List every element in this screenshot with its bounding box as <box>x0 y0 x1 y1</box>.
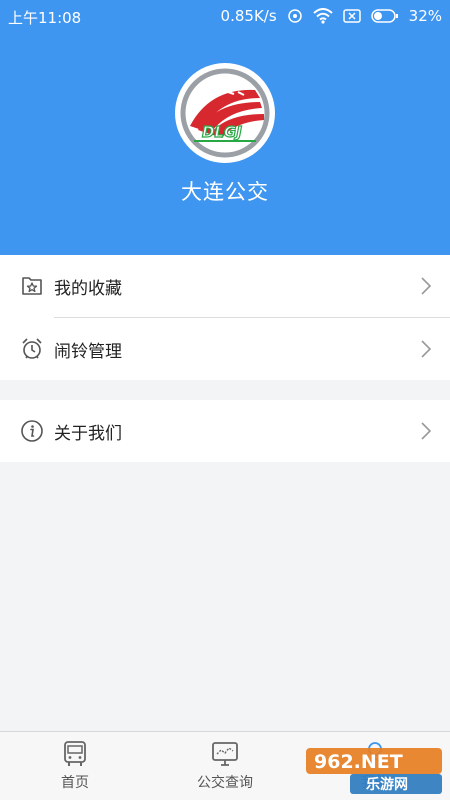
net-speed: 0.85K/s <box>220 7 277 25</box>
menu-group-primary: 我的收藏 闹铃管理 <box>0 255 450 380</box>
profile-header: 上午11:08 0.85K/s 32% DLGJ 大连公交 <box>0 0 450 255</box>
menu-item-about[interactable]: 关于我们 <box>0 400 450 462</box>
app-title: 大连公交 <box>181 180 269 204</box>
wifi-icon <box>312 8 333 24</box>
status-indicators: 0.85K/s 32% <box>221 7 442 25</box>
tab-bus-search[interactable]: 公交查询 <box>150 732 300 800</box>
battery-percent: 32% <box>408 7 442 25</box>
tab-home[interactable]: 首页 <box>0 732 150 800</box>
menu-item-favorites[interactable]: 我的收藏 <box>0 255 450 317</box>
chevron-right-icon <box>421 422 432 440</box>
tab-label-home: 首页 <box>61 775 89 791</box>
info-icon <box>20 419 44 443</box>
menu-group-secondary: 关于我们 <box>0 400 450 462</box>
battery-icon <box>370 9 399 23</box>
bus-icon <box>62 740 88 772</box>
status-time: 上午11:08 <box>8 9 82 27</box>
tab-label-bus-search: 公交查询 <box>197 775 253 791</box>
status-bar: 上午11:08 0.85K/s 32% <box>0 0 450 32</box>
chevron-right-icon <box>421 277 432 295</box>
monitor-icon <box>211 740 239 772</box>
watermark-top-text: 962.NET <box>314 751 403 773</box>
menu-label-alarms: 闹铃管理 <box>54 341 122 362</box>
chevron-right-icon <box>421 340 432 358</box>
sim-blocked-icon <box>342 8 361 24</box>
hotspot-icon <box>287 8 303 24</box>
folder-star-icon <box>20 274 44 298</box>
alarm-clock-icon <box>20 337 44 361</box>
site-watermark: 962.NET 乐游网 <box>304 744 444 796</box>
logo-lettering: DLGJ <box>202 123 242 141</box>
menu-item-alarms[interactable]: 闹铃管理 <box>0 318 450 380</box>
watermark-bottom-text: 乐游网 <box>366 776 408 793</box>
app-logo: DLGJ <box>175 63 275 163</box>
menu-label-about: 关于我们 <box>54 423 122 444</box>
menu-label-favorites: 我的收藏 <box>54 278 122 299</box>
